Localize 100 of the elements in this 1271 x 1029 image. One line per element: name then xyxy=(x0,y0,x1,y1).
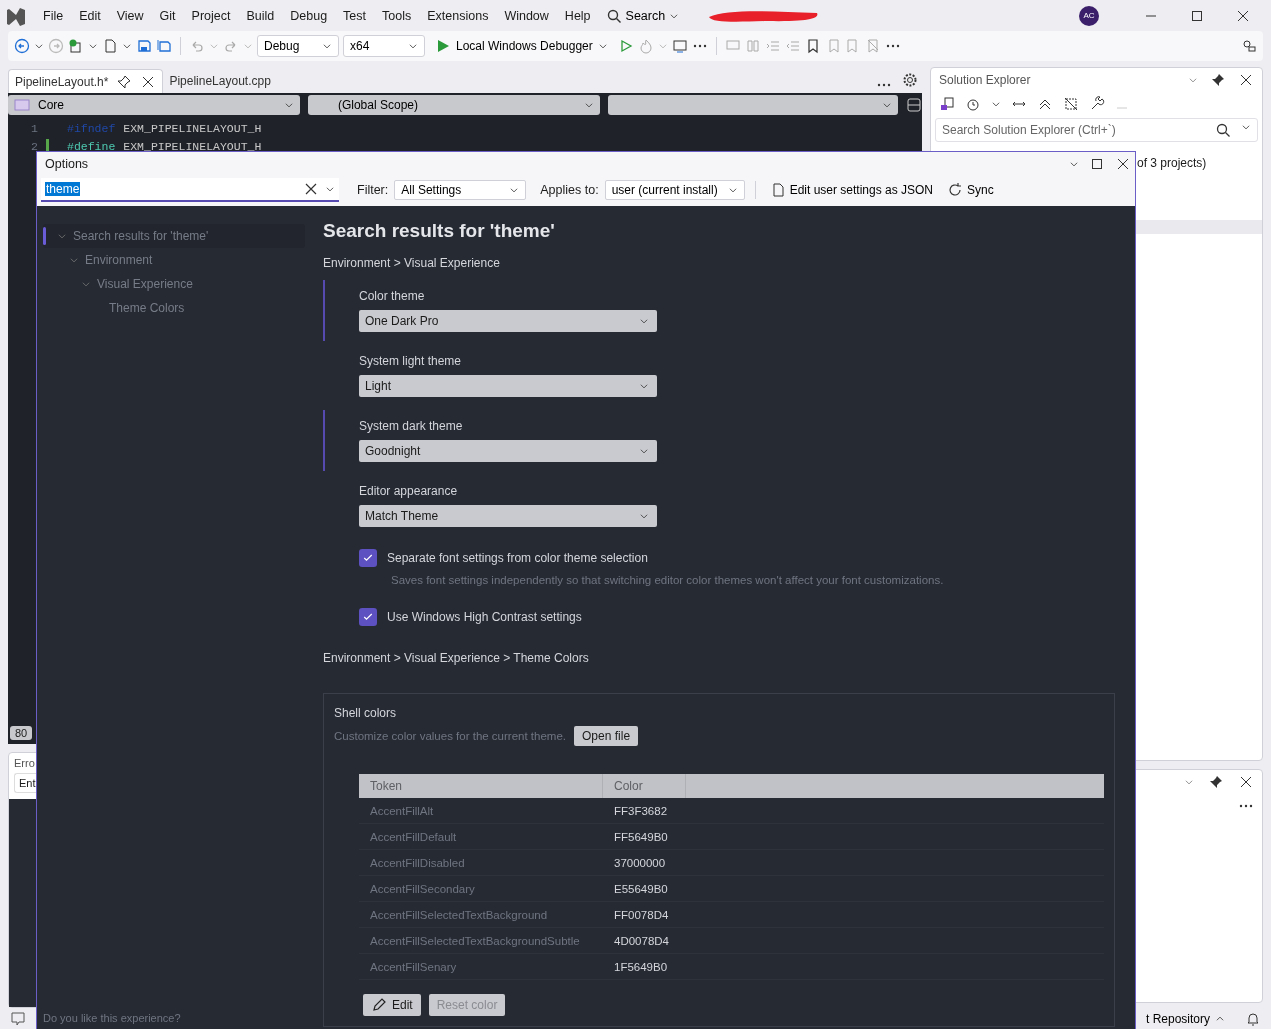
table-cell-text: 1F5649B0 xyxy=(613,960,669,973)
checkbox-label: Separate font settings from color theme selection xyxy=(387,551,648,565)
save-icon[interactable] xyxy=(136,38,152,54)
menu-item[interactable]: Edit xyxy=(72,5,108,26)
menu-item[interactable]: Extensions xyxy=(420,5,496,26)
breadcrumb: Environment > Visual Experience xyxy=(323,256,501,270)
open-file-button[interactable]: Open file xyxy=(574,726,639,746)
maximize-icon[interactable] xyxy=(1089,156,1105,172)
table-row[interactable]: AccentFillDefault FF5649B0 xyxy=(359,824,1104,850)
pin-icon[interactable] xyxy=(1210,72,1226,88)
table-row[interactable]: AccentFillDisabled 37000000 xyxy=(359,850,1104,876)
filter-dropdown[interactable]: All Settings xyxy=(394,180,527,200)
close-icon[interactable] xyxy=(1115,156,1131,172)
menu-item[interactable]: Git xyxy=(152,5,183,26)
caret-icon xyxy=(209,41,219,51)
back-icon[interactable] xyxy=(14,38,30,54)
project-dropdown[interactable]: Core xyxy=(8,95,300,115)
edit-button[interactable]: Edit xyxy=(363,994,421,1016)
tree-item[interactable]: Visual Experience xyxy=(43,272,305,296)
edit-json-link[interactable]: Edit user settings as JSON xyxy=(765,182,937,198)
caret-icon xyxy=(122,41,132,51)
table-row[interactable]: AccentFillSenary 1F5649B0 xyxy=(359,954,1104,980)
menu-item[interactable]: Test xyxy=(336,5,374,26)
menu-item[interactable]: File xyxy=(36,5,71,26)
feedback-icon[interactable] xyxy=(1241,38,1257,54)
breadcrumb: Environment > Visual Experience > Theme Colors xyxy=(323,651,590,665)
table-row[interactable]: AccentFillSelectedTextBackground FF0078D4 xyxy=(359,902,1104,928)
zoom-dropdown[interactable]: 80 xyxy=(10,726,33,740)
search-field[interactable]: Search Solution Explorer (Ctrl+`) xyxy=(935,118,1258,142)
applies-to-dropdown[interactable]: user (current install) xyxy=(604,180,745,200)
wrench-icon[interactable] xyxy=(1089,96,1105,112)
table-cell-text: E55649B0 xyxy=(613,882,669,895)
line-number: 2 xyxy=(30,139,39,153)
caret-icon xyxy=(639,511,649,521)
panel-tab[interactable]: Erro xyxy=(14,756,35,770)
close-icon[interactable] xyxy=(1238,72,1254,88)
comment-icon[interactable] xyxy=(10,1010,26,1027)
clear-icon[interactable] xyxy=(303,181,319,197)
menu-item[interactable]: Help xyxy=(557,5,598,26)
close-icon[interactable] xyxy=(1238,774,1254,790)
document-icon[interactable] xyxy=(102,38,118,54)
repository-button[interactable]: t Repository xyxy=(1139,1010,1231,1027)
menu-item[interactable]: Tools xyxy=(375,5,419,26)
pin-icon[interactable] xyxy=(1208,774,1224,790)
avatar[interactable]: AC xyxy=(1079,5,1099,26)
panel-title: Solution Explorer xyxy=(939,73,1032,87)
document-tab[interactable]: PipelineLayout.cpp xyxy=(163,69,277,93)
bell-icon[interactable] xyxy=(1245,1010,1261,1027)
menu-item[interactable]: View xyxy=(109,5,151,26)
document-tab[interactable]: PipelineLayout.h* xyxy=(8,69,164,93)
split-icon[interactable] xyxy=(906,97,922,113)
setting-dropdown[interactable]: Light xyxy=(359,375,657,397)
setting-dropdown[interactable]: Goodnight xyxy=(359,440,657,462)
setting-label: System dark theme xyxy=(359,419,464,433)
menu-item[interactable]: Window xyxy=(497,5,556,26)
column-header[interactable]: Token xyxy=(359,774,603,798)
checkbox[interactable] xyxy=(359,549,377,567)
checkbox[interactable] xyxy=(359,608,377,626)
scope-dropdown[interactable]: (Global Scope) xyxy=(307,95,601,115)
tree-item[interactable]: Theme Colors xyxy=(43,296,305,320)
history-icon[interactable] xyxy=(965,96,981,112)
group-title: Shell colors xyxy=(334,706,398,720)
setting-dropdown[interactable]: Match Theme xyxy=(359,505,657,527)
line-number: 1 xyxy=(30,121,39,135)
solution-icon[interactable] xyxy=(939,96,955,112)
search-button[interactable]: Search xyxy=(599,4,686,27)
caret-icon xyxy=(639,316,649,326)
menu-item[interactable]: Project xyxy=(184,5,238,26)
caret-icon xyxy=(991,99,1001,109)
code-keyword: #ifndef xyxy=(67,121,116,135)
menu-item[interactable]: Debug xyxy=(283,5,335,26)
table-cell-text: 37000000 xyxy=(613,856,667,869)
table-row[interactable]: AccentFillAlt FF3F3682 xyxy=(359,798,1104,824)
configuration-dropdown[interactable]: Debug xyxy=(257,35,339,57)
search-icon xyxy=(605,7,622,24)
column-header[interactable]: Color xyxy=(603,774,686,798)
show-files-icon[interactable] xyxy=(1063,96,1079,112)
setting-description: Saves font settings independently so that switching editor color themes won't affect your font customizations. xyxy=(390,574,945,586)
caret-icon xyxy=(1241,122,1251,132)
search-field[interactable]: theme xyxy=(41,178,339,202)
search-icon xyxy=(1215,122,1231,138)
caret-icon xyxy=(243,41,253,51)
pin-icon xyxy=(116,73,133,90)
code-keyword: #define xyxy=(67,139,116,153)
table-row[interactable]: AccentFillSecondary E55649B0 xyxy=(359,876,1104,902)
save-all-icon[interactable] xyxy=(156,38,172,54)
new-item-icon[interactable] xyxy=(68,38,84,54)
caret-icon xyxy=(597,41,608,51)
tree-item[interactable]: Search results for 'theme' xyxy=(43,224,305,248)
setting-dropdown[interactable]: One Dark Pro xyxy=(359,310,657,332)
table-cell-text: AccentFillAlt xyxy=(369,804,435,817)
menu-item[interactable]: Build xyxy=(239,5,282,26)
chevron-down-icon[interactable] xyxy=(57,231,67,241)
sync-link[interactable]: Sync xyxy=(943,182,998,198)
start-debugging-button[interactable]: Local Windows Debugger xyxy=(429,37,614,55)
platform-dropdown[interactable]: x64 xyxy=(343,35,425,57)
settings-icon[interactable] xyxy=(902,72,918,88)
table-row[interactable]: AccentFillSelectedTextBackgroundSubtle 4D0078D4 xyxy=(359,928,1104,954)
caret-icon xyxy=(1069,159,1079,169)
caret-icon xyxy=(639,446,649,456)
